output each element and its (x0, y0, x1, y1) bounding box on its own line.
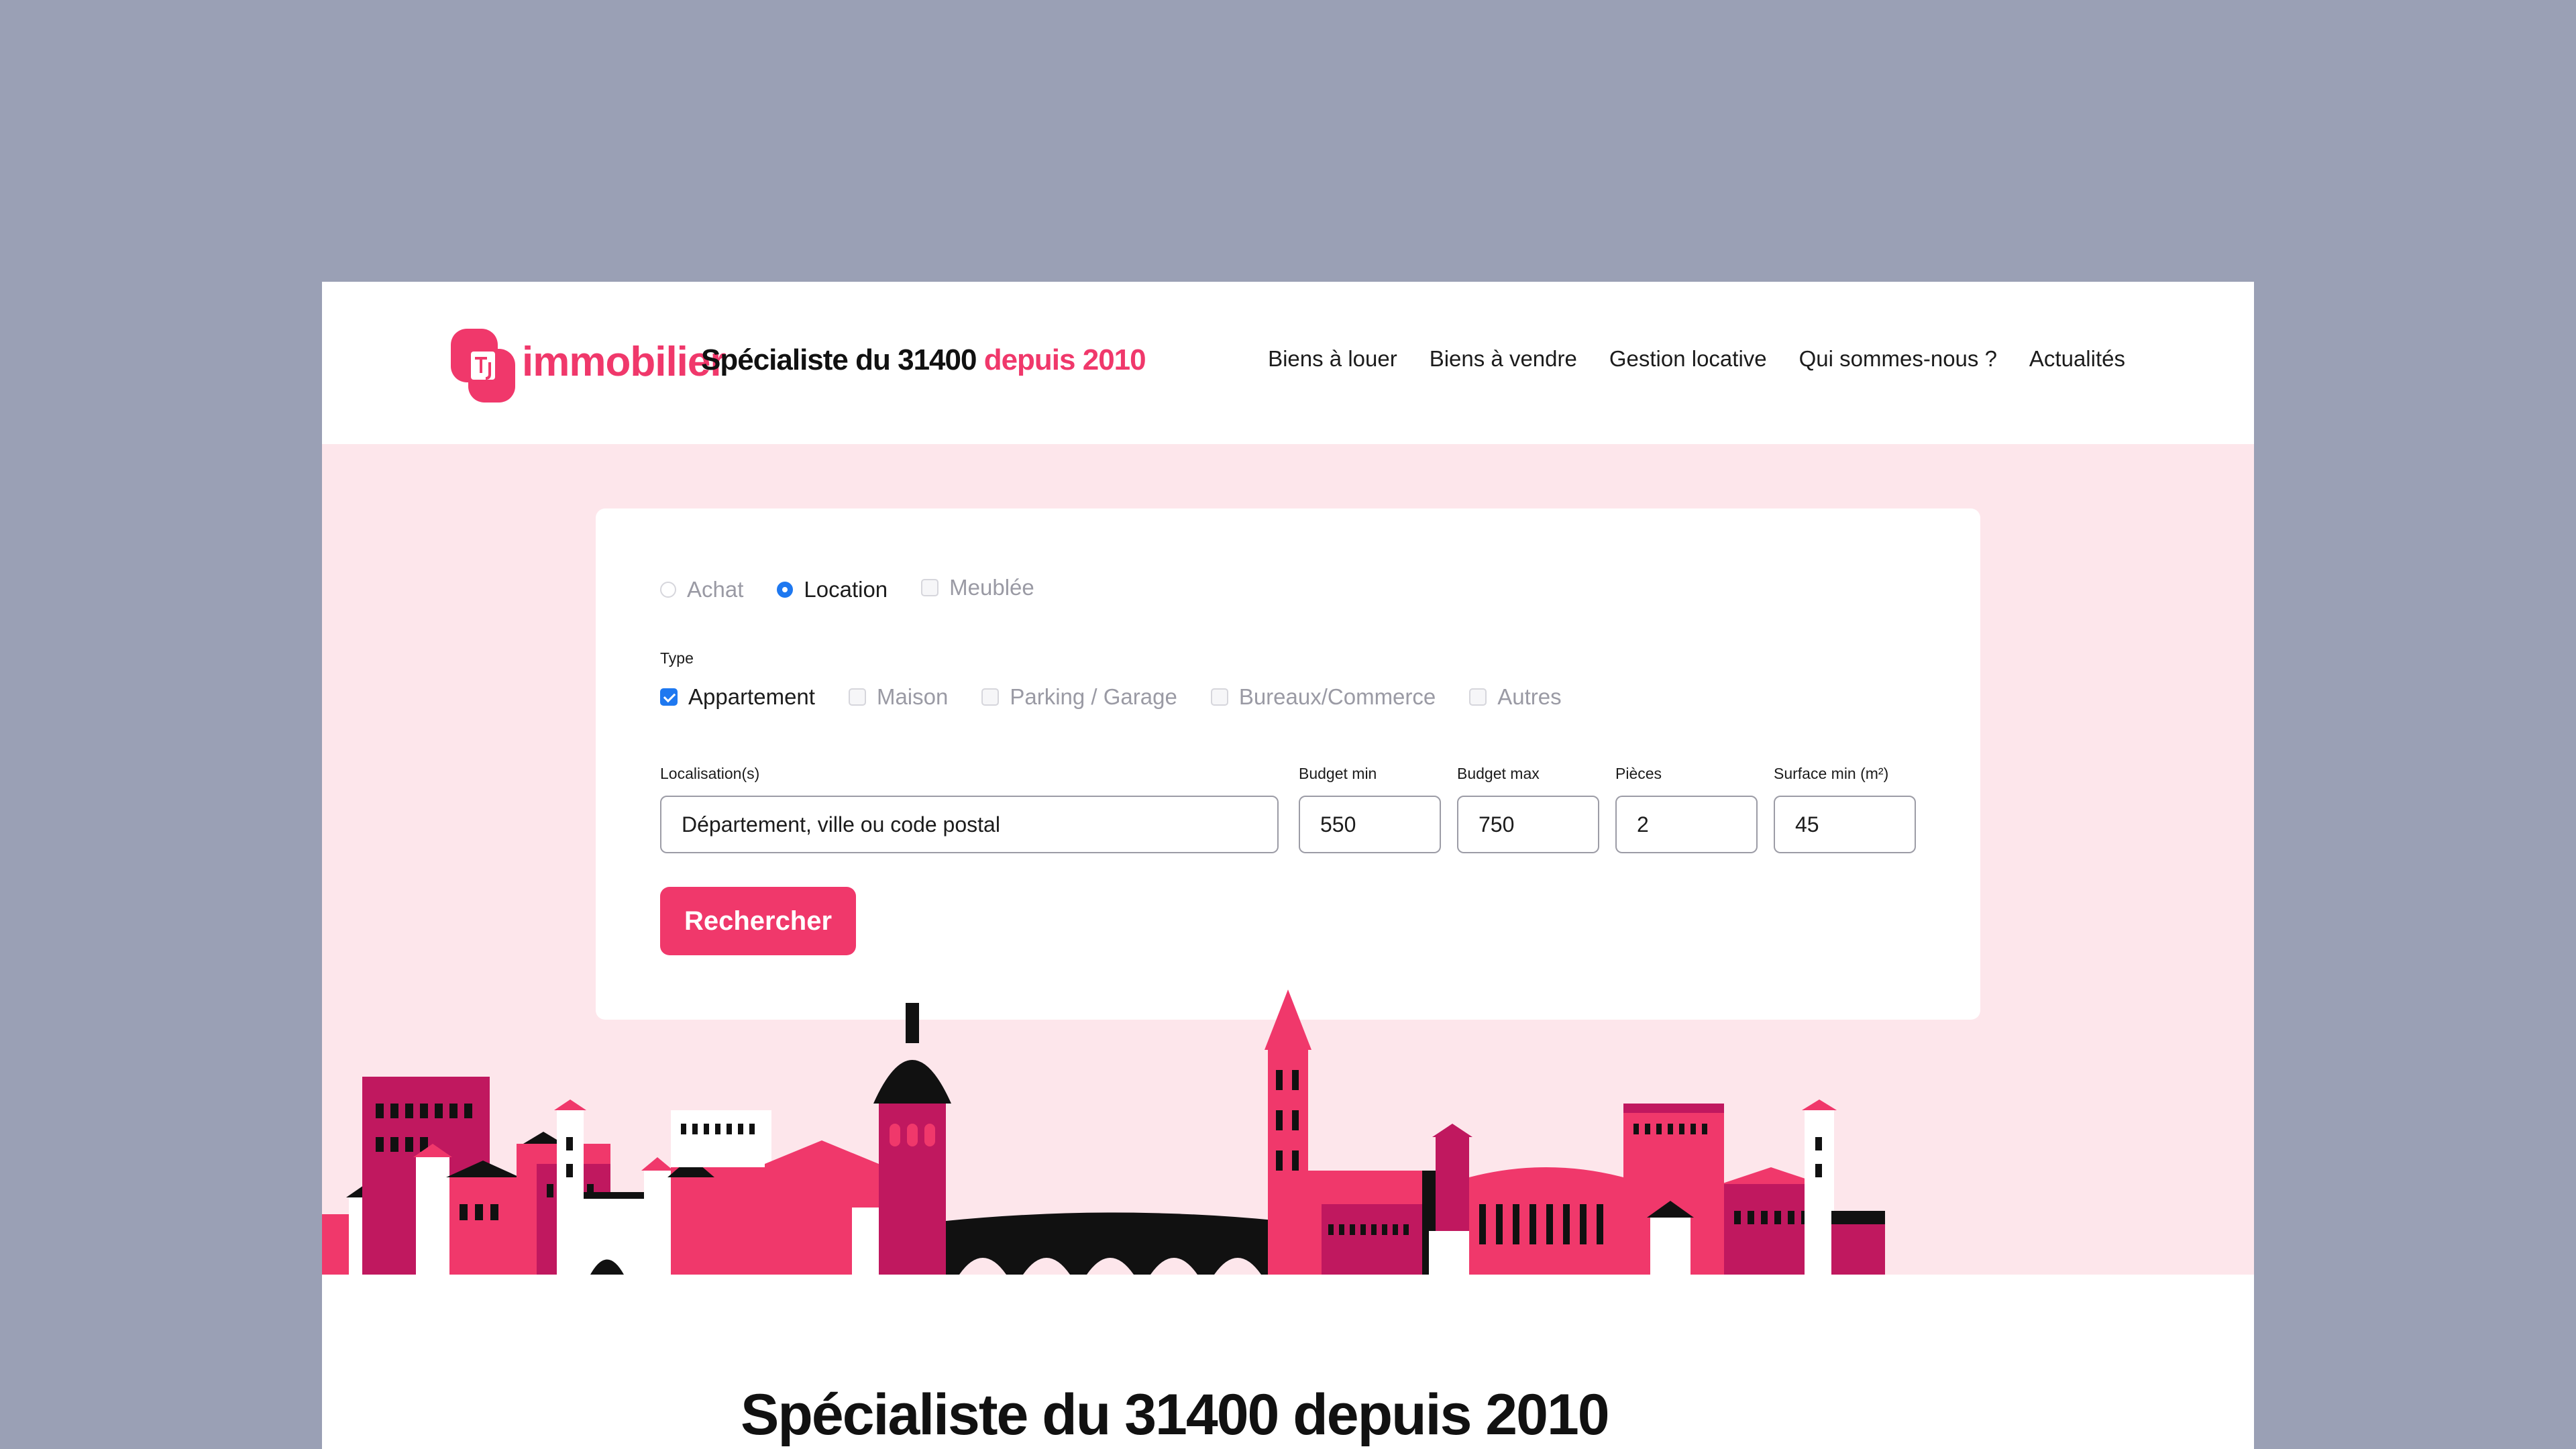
location-label: Location (804, 577, 888, 602)
appartement-label: Appartement (688, 684, 815, 709)
type-label: Type (660, 649, 694, 667)
tagline-main: Spécialiste du 31400 (701, 343, 977, 376)
option-achat[interactable]: Achat (660, 577, 743, 602)
budget-min-input[interactable] (1299, 796, 1441, 853)
surface-label: Surface min (m²) (1774, 765, 1889, 782)
nav-actualites[interactable]: Actualités (2029, 346, 2125, 372)
surface-input[interactable] (1774, 796, 1916, 853)
nav-biens-a-louer[interactable]: Biens à louer (1268, 346, 1397, 372)
nav-biens-a-vendre[interactable]: Biens à vendre (1430, 346, 1577, 372)
localisation-input[interactable] (660, 796, 1279, 853)
search-button[interactable]: Rechercher (660, 887, 856, 955)
site-header: immobilier Spécialiste du 31400 depuis 2… (322, 282, 2254, 444)
transaction-mode-group: Achat Location Meublée (660, 575, 1034, 602)
budget-max-label: Budget max (1457, 765, 1540, 782)
achat-label: Achat (687, 577, 744, 602)
toulouse-skyline-illustration (322, 989, 2254, 1275)
parking-garage-label: Parking / Garage (1010, 684, 1177, 709)
achat-radio[interactable] (660, 582, 676, 598)
budget-min-label: Budget min (1299, 765, 1377, 782)
hero-section: Achat Location Meublée Type Appartement (322, 444, 2254, 1275)
maison-label: Maison (876, 684, 949, 709)
property-type-group: Appartement Maison Parking / Garage Bure… (660, 684, 1562, 710)
appartement-checkbox[interactable] (660, 688, 678, 706)
tagline-accent: depuis 2010 (983, 343, 1146, 376)
logo-mark-icon (451, 329, 515, 402)
budget-max-input[interactable] (1457, 796, 1599, 853)
localisation-label: Localisation(s) (660, 765, 760, 782)
logo-text: immobilier (522, 339, 727, 385)
nav-gestion-locative[interactable]: Gestion locative (1609, 346, 1767, 372)
type-parking-garage[interactable]: Parking / Garage (981, 684, 1177, 710)
meublee-checkbox[interactable] (921, 579, 939, 596)
type-maison[interactable]: Maison (848, 684, 949, 710)
nav-qui-sommes-nous[interactable]: Qui sommes-nous ? (1799, 346, 1997, 372)
meublee-label: Meublée (949, 575, 1034, 600)
option-location[interactable]: Location (777, 577, 888, 602)
search-form: Achat Location Meublée Type Appartement (596, 508, 1980, 1020)
main-nav: Biens à louer Biens à vendre Gestion loc… (1268, 346, 2125, 372)
type-bureaux-commerce[interactable]: Bureaux/Commerce (1210, 684, 1436, 710)
location-radio[interactable] (777, 582, 794, 598)
bureaux-commerce-checkbox[interactable] (1210, 688, 1228, 706)
type-appartement[interactable]: Appartement (660, 684, 815, 710)
section-title: Spécialiste du 31400 depuis 2010 (741, 1383, 1610, 1447)
autres-label: Autres (1497, 684, 1562, 709)
maison-checkbox[interactable] (848, 688, 866, 706)
parking-garage-checkbox[interactable] (981, 688, 1000, 706)
option-meublee[interactable]: Meublée (921, 575, 1034, 600)
type-autres[interactable]: Autres (1469, 684, 1562, 710)
pieces-input[interactable] (1615, 796, 1758, 853)
header-tagline: Spécialiste du 31400 depuis 2010 (701, 343, 1146, 377)
bureaux-commerce-label: Bureaux/Commerce (1238, 684, 1436, 709)
autres-checkbox[interactable] (1469, 688, 1487, 706)
pieces-label: Pièces (1615, 765, 1662, 782)
website-page: immobilier Spécialiste du 31400 depuis 2… (322, 282, 2254, 1449)
logo[interactable]: immobilier (451, 329, 727, 402)
